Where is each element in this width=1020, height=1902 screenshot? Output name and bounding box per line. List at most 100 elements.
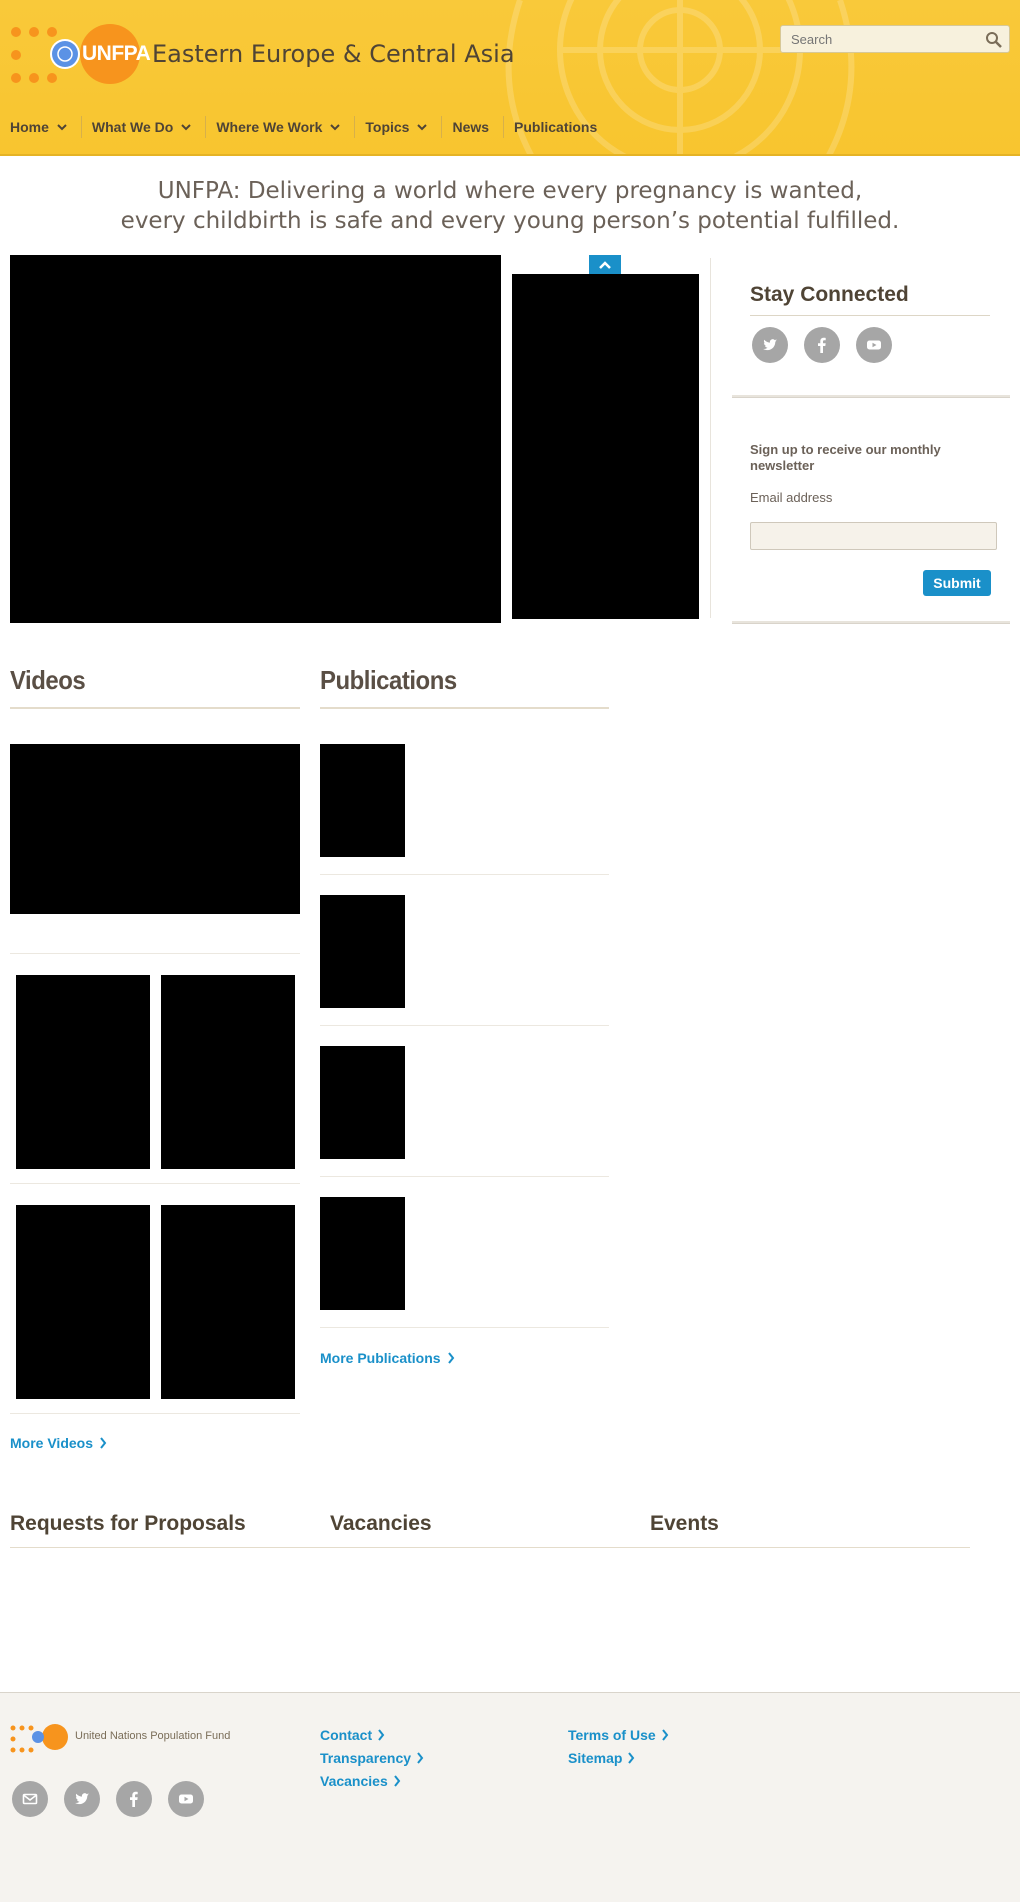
footer-link-label: Sitemap <box>568 1750 623 1766</box>
divider <box>10 1413 300 1414</box>
featured-video-thumbnail[interactable] <box>10 744 300 914</box>
slider-thumbnail[interactable] <box>512 274 699 619</box>
divider <box>750 315 990 316</box>
slider-up-button[interactable] <box>589 255 621 275</box>
mail-icon <box>22 1793 38 1805</box>
more-publications-link[interactable]: More Publications <box>320 1350 455 1366</box>
nav-item-publications[interactable]: Publications <box>504 116 611 138</box>
nav-label: What We Do <box>91 119 174 135</box>
chevron-right-icon <box>661 1729 668 1741</box>
footer-org-name: United Nations Population Fund <box>75 1730 231 1742</box>
twitter-button[interactable] <box>64 1781 100 1817</box>
search-icon[interactable] <box>985 31 1003 49</box>
footer-link-label: Vacancies <box>320 1773 388 1789</box>
email-field[interactable] <box>750 522 997 550</box>
publication-cover[interactable] <box>320 895 405 1008</box>
footer-link-label: Terms of Use <box>568 1727 656 1743</box>
twitter-icon <box>75 1793 89 1805</box>
twitter-button[interactable] <box>752 327 788 363</box>
chevron-up-icon <box>599 261 611 269</box>
publications-heading[interactable]: Publications <box>320 665 457 696</box>
divider <box>10 707 300 709</box>
youtube-button[interactable] <box>168 1781 204 1817</box>
search-box <box>780 25 1010 53</box>
divider <box>320 707 609 709</box>
more-publications-label: More Publications <box>320 1350 441 1366</box>
divider <box>10 953 300 954</box>
video-thumbnail[interactable] <box>161 1205 295 1399</box>
nav-label: Home <box>10 119 49 135</box>
nav-item-news[interactable]: News <box>442 116 505 138</box>
nav-label: Where We Work <box>216 119 323 135</box>
tagline-line-2: every childbirth is safe and every young… <box>120 208 900 234</box>
chevron-down-icon <box>417 123 428 130</box>
facebook-button[interactable] <box>804 327 840 363</box>
region-title[interactable]: Eastern Europe & Central Asia <box>152 40 515 68</box>
footer-link-terms-of-use[interactable]: Terms of Use <box>568 1727 669 1743</box>
chevron-right-icon <box>100 1437 107 1449</box>
newsletter-panel: Sign up to receive our monthly newslette… <box>732 418 1010 623</box>
footer-link-vacancies[interactable]: Vacancies <box>320 1773 401 1789</box>
mail-button[interactable] <box>12 1781 48 1817</box>
facebook-icon <box>818 337 826 353</box>
nav-label: Publications <box>514 119 598 135</box>
tagline-line-1: UNFPA: Delivering a world where every pr… <box>157 178 863 204</box>
chevron-right-icon <box>447 1352 454 1364</box>
chevron-right-icon <box>378 1729 385 1741</box>
unfpa-logo-mark[interactable] <box>30 1724 68 1750</box>
chevron-down-icon <box>181 123 192 130</box>
more-videos-link[interactable]: More Videos <box>10 1435 107 1451</box>
footer-link-contact[interactable]: Contact <box>320 1727 385 1743</box>
nav-item-where-we-work[interactable]: Where We Work <box>206 116 356 138</box>
slider-frame-edge <box>703 258 711 618</box>
video-thumbnail[interactable] <box>16 1205 150 1399</box>
footer-link-sitemap[interactable]: Sitemap <box>568 1750 635 1766</box>
vacancies-heading[interactable]: Vacancies <box>330 1512 432 1536</box>
events-heading[interactable]: Events <box>650 1512 719 1536</box>
youtube-button[interactable] <box>856 327 892 363</box>
email-label: Email address <box>750 490 833 505</box>
nav-label: Topics <box>365 119 410 135</box>
divider <box>320 874 609 875</box>
main-nav: Home What We Do Where We Work Topics New… <box>0 112 611 142</box>
mission-tagline: UNFPA: Delivering a world where every pr… <box>0 176 1020 236</box>
youtube-icon <box>179 1794 193 1804</box>
twitter-icon <box>763 339 777 351</box>
footer-link-label: Transparency <box>320 1750 412 1766</box>
chevron-right-icon <box>417 1752 424 1764</box>
divider <box>10 1547 970 1548</box>
chevron-down-icon <box>330 123 341 130</box>
site-footer: United Nations Population Fund Contact T… <box>0 1692 1020 1902</box>
facebook-icon <box>130 1791 138 1807</box>
publication-cover[interactable] <box>320 744 405 857</box>
newsletter-heading: Sign up to receive our monthly newslette… <box>750 442 941 473</box>
divider <box>320 1025 609 1026</box>
videos-heading[interactable]: Videos <box>10 665 86 696</box>
publication-cover[interactable] <box>320 1046 405 1159</box>
nav-item-what-we-do[interactable]: What We Do <box>82 116 207 138</box>
facebook-button[interactable] <box>116 1781 152 1817</box>
youtube-icon <box>867 340 881 350</box>
nav-label: News <box>452 119 490 135</box>
publication-cover[interactable] <box>320 1197 405 1310</box>
submit-button[interactable]: Submit <box>923 570 991 596</box>
more-videos-label: More Videos <box>10 1435 93 1451</box>
stay-connected-panel: Stay Connected <box>732 255 1010 397</box>
footer-link-transparency[interactable]: Transparency <box>320 1750 424 1766</box>
chevron-down-icon <box>57 123 67 130</box>
footer-link-label: Contact <box>320 1727 373 1743</box>
chevron-right-icon <box>393 1775 401 1787</box>
chevron-right-icon <box>628 1752 635 1764</box>
featured-slide-image[interactable] <box>10 255 501 623</box>
site-header: UNFPA Eastern Europe & Central Asia Home… <box>0 0 1020 156</box>
divider <box>320 1327 609 1328</box>
search-input[interactable] <box>781 26 981 52</box>
video-thumbnail[interactable] <box>161 975 295 1169</box>
nav-item-topics[interactable]: Topics <box>355 116 443 138</box>
stay-connected-heading: Stay Connected <box>750 283 909 306</box>
nav-item-home[interactable]: Home <box>0 116 82 138</box>
requests-for-proposals-heading[interactable]: Requests for Proposals <box>10 1512 246 1536</box>
brand-name: UNFPA <box>82 42 151 65</box>
video-thumbnail[interactable] <box>16 975 150 1169</box>
divider <box>10 1183 300 1184</box>
